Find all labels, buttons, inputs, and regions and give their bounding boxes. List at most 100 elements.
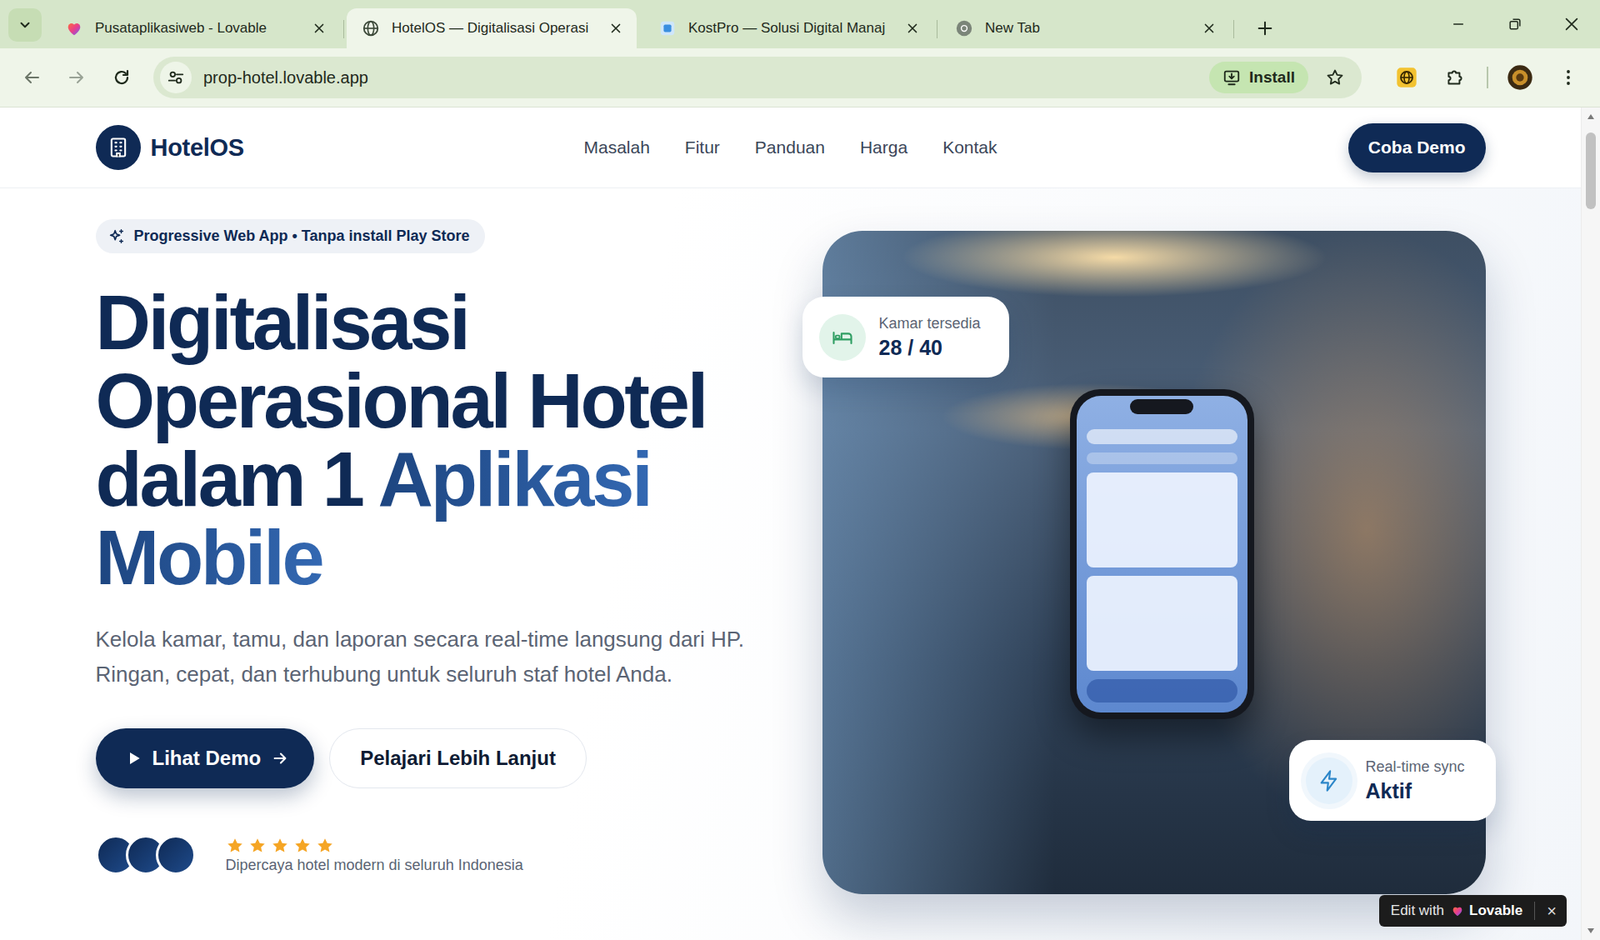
nav-link[interactable]: Fitur [685,137,720,158]
rating-stars [225,836,524,855]
reload-button[interactable] [101,57,142,98]
tab-list: Pusataplikasiweb - Lovable HotelOS — Digi… [50,0,1430,49]
nav-link[interactable]: Kontak [942,137,997,158]
avatar-stack [95,835,196,875]
tab-label: New Tab [985,20,1190,37]
install-button[interactable]: Install [1209,61,1309,94]
lovable-badge-label: Edit with [1390,902,1445,920]
site-navbar: HotelOS Masalah Fitur Panduan Harga Kontak Cob… [0,107,1581,189]
extension-button[interactable] [1385,57,1429,98]
brand-mark [95,125,141,170]
install-label: Install [1249,68,1295,87]
profile-button[interactable] [1498,57,1542,98]
bookmark-star-icon[interactable] [1325,67,1345,88]
close-tab-icon[interactable] [311,20,327,36]
close-tab-icon[interactable] [1201,20,1217,36]
plus-icon [1255,19,1275,38]
new-tab-button[interactable] [1248,11,1282,45]
window-controls [1430,0,1600,49]
tab-label: Pusataplikasiweb - Lovable [95,20,300,37]
tab-strip: Pusataplikasiweb - Lovable HotelOS — Digi… [0,0,1600,49]
browser-menu-button[interactable] [1546,57,1590,98]
nav-links: Masalah Fitur Panduan Harga Kontak [583,137,997,158]
hero-visual: Kamar tersedia28 / 40Real-time syncAktif [822,230,1486,895]
browser-tab[interactable]: New Tab [940,8,1230,49]
forward-button[interactable] [56,57,97,98]
tune-icon [166,68,185,87]
arrow-right-icon [270,749,290,768]
back-button[interactable] [11,57,52,98]
stat-label: Real-time sync [1365,758,1465,776]
stat-value: Aktif [1365,779,1465,804]
hero-actions: Lihat DemoPelajari Lebih Lanjut [95,728,587,789]
title-line: Operasional Hotel [95,361,707,440]
sparkles-icon [107,227,126,246]
extensions-menu-button[interactable] [1433,57,1477,98]
more-vertical-icon [1558,67,1579,88]
phone-mockup [1070,389,1255,720]
trust-text: Dipercaya hotel modern di seluruh Indone… [225,856,524,875]
edit-with-lovable-badge[interactable]: Edit with Lovable × [1379,895,1567,927]
close-window-button[interactable] [1543,0,1600,49]
building-icon [106,135,130,160]
try-demo-button[interactable]: Coba Demo [1348,123,1486,173]
star-icon [315,836,335,855]
site-info-button[interactable] [160,61,192,94]
landing-page: HotelOS Masalah Fitur Panduan Harga Kontak Cob… [0,107,1581,940]
badge-text: Progressive Web App • Tanpa install Play… [134,227,470,245]
puzzle-icon [1444,66,1466,89]
star-icon [293,836,312,855]
title-line: dalam 1 Aplikasi [95,440,707,519]
close-badge-button[interactable]: × [1546,902,1557,920]
title-line: Digitalisasi [95,283,707,362]
hero-content: Progressive Web App • Tanpa install Play… [95,219,751,875]
title-line: Mobile [95,518,707,597]
hero-title: DigitalisasiOperasional Hoteldalam 1 Apl… [95,283,707,597]
lightning-icon [1317,769,1341,793]
address-bar[interactable]: prop-hotel.lovable.app Install [153,56,1362,99]
install-monitor-icon [1222,68,1241,87]
nav-link[interactable]: Masalah [583,137,650,158]
globe-icon [361,19,380,38]
browser-toolbar: prop-hotel.lovable.app Install [0,48,1600,108]
lovable-heart-icon [65,19,84,38]
view-demo-button[interactable]: Lihat Demo [95,728,315,789]
close-tab-icon[interactable] [608,20,624,36]
browser-tab[interactable]: KostPro — Solusi Digital Manaj [643,8,934,49]
customer-avatar [155,835,196,875]
trust-row: Dipercaya hotel modern di seluruh Indone… [95,835,524,875]
scroll-up-icon[interactable] [1585,112,1596,121]
page-viewport: HotelOS Masalah Fitur Panduan Harga Kontak Cob… [0,107,1600,940]
profile-avatar-icon [1506,64,1534,91]
lovable-brand: Lovable [1469,902,1523,920]
minimize-icon [1450,15,1467,33]
hero-section: Progressive Web App • Tanpa install Play… [95,188,1486,895]
brand-name: HotelOS [150,134,245,162]
nav-link[interactable]: Harga [860,137,908,158]
hero-description: Kelola kamar, tamu, dan laporan secara r… [95,621,746,692]
chrome-icon [955,19,974,38]
scrollbar[interactable] [1580,107,1600,940]
forward-arrow-icon [66,67,87,88]
star-icon [225,836,245,855]
learn-more-button[interactable]: Pelajari Lebih Lanjut [329,728,587,789]
restore-button[interactable] [1486,0,1544,49]
minimize-button[interactable] [1430,0,1487,49]
scroll-down-icon[interactable] [1585,926,1596,935]
browser-tab[interactable]: Pusataplikasiweb - Lovable [50,8,340,49]
pwa-badge: Progressive Web App • Tanpa install Play… [95,219,485,254]
star-icon [270,836,290,855]
play-icon [125,750,143,767]
chevron-down-icon [17,17,33,33]
toolbar-separator [1486,66,1489,89]
scrollbar-thumb[interactable] [1585,132,1596,210]
tab-search-button[interactable] [8,8,42,42]
bed-icon [830,325,855,350]
close-tab-icon[interactable] [905,20,920,36]
url-text: prop-hotel.lovable.app [203,68,1198,88]
brand-logo[interactable]: HotelOS [95,125,585,170]
nav-link[interactable]: Panduan [755,137,825,158]
browser-tab[interactable]: HotelOS — Digitalisasi Operasi [346,8,637,49]
vpn-globe-icon [1395,65,1419,90]
stat-card: Kamar tersedia28 / 40 [802,296,1010,378]
